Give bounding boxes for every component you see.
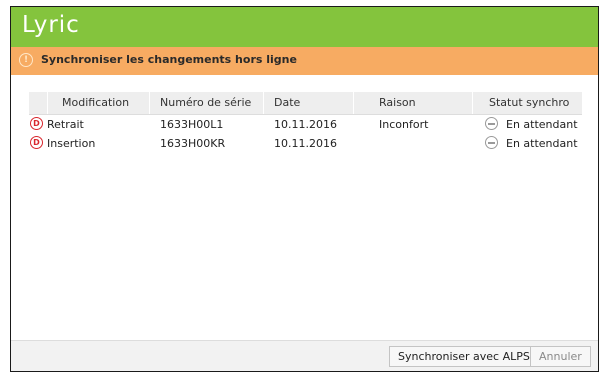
column-header-date[interactable]: Date: [274, 96, 300, 109]
column-separator: [263, 92, 264, 114]
column-header-reason[interactable]: Raison: [379, 96, 416, 109]
table-row[interactable]: D Insertion 1633H00KR 10.11.2016 En atte…: [29, 134, 582, 153]
table-row[interactable]: D Retrait 1633H00L1 10.11.2016 Inconfort…: [29, 115, 582, 134]
delete-badge-icon: D: [30, 117, 43, 130]
cancel-button[interactable]: Annuler: [530, 346, 591, 367]
cell-serial: 1633H00L1: [160, 118, 224, 131]
column-header-modification[interactable]: Modification: [62, 96, 129, 109]
cell-modification: Insertion: [47, 137, 96, 150]
cell-serial: 1633H00KR: [160, 137, 226, 150]
column-separator: [353, 92, 354, 114]
cell-sync-status: En attendant: [506, 118, 578, 131]
delete-badge-icon: D: [30, 136, 43, 149]
sync-dialog: Lyric ! Synchroniser les changements hor…: [10, 6, 599, 372]
column-separator: [149, 92, 150, 114]
lyric-logo: Lyric: [22, 12, 80, 38]
cell-modification: Retrait: [47, 118, 84, 131]
cell-date: 10.11.2016: [274, 137, 337, 150]
pending-icon: [485, 117, 498, 130]
title-bar: Lyric: [11, 7, 598, 47]
changes-table: Modification Numéro de série Date Raison…: [29, 92, 582, 153]
column-header-sync-status[interactable]: Statut synchro: [489, 96, 569, 109]
column-separator: [472, 92, 473, 114]
table-header: Modification Numéro de série Date Raison…: [29, 92, 582, 115]
cell-reason: Inconfort: [379, 118, 429, 131]
pending-icon: [485, 136, 498, 149]
cell-sync-status: En attendant: [506, 137, 578, 150]
dialog-footer: Synchroniser avec ALPS Annuler: [11, 340, 598, 371]
column-separator: [47, 92, 48, 114]
sync-with-alps-button[interactable]: Synchroniser avec ALPS: [389, 346, 539, 367]
cell-date: 10.11.2016: [274, 118, 337, 131]
column-header-serial[interactable]: Numéro de série: [160, 96, 251, 109]
banner-message: Synchroniser les changements hors ligne: [41, 53, 297, 66]
offline-sync-banner: ! Synchroniser les changements hors lign…: [11, 47, 598, 75]
warning-icon: !: [19, 53, 33, 67]
